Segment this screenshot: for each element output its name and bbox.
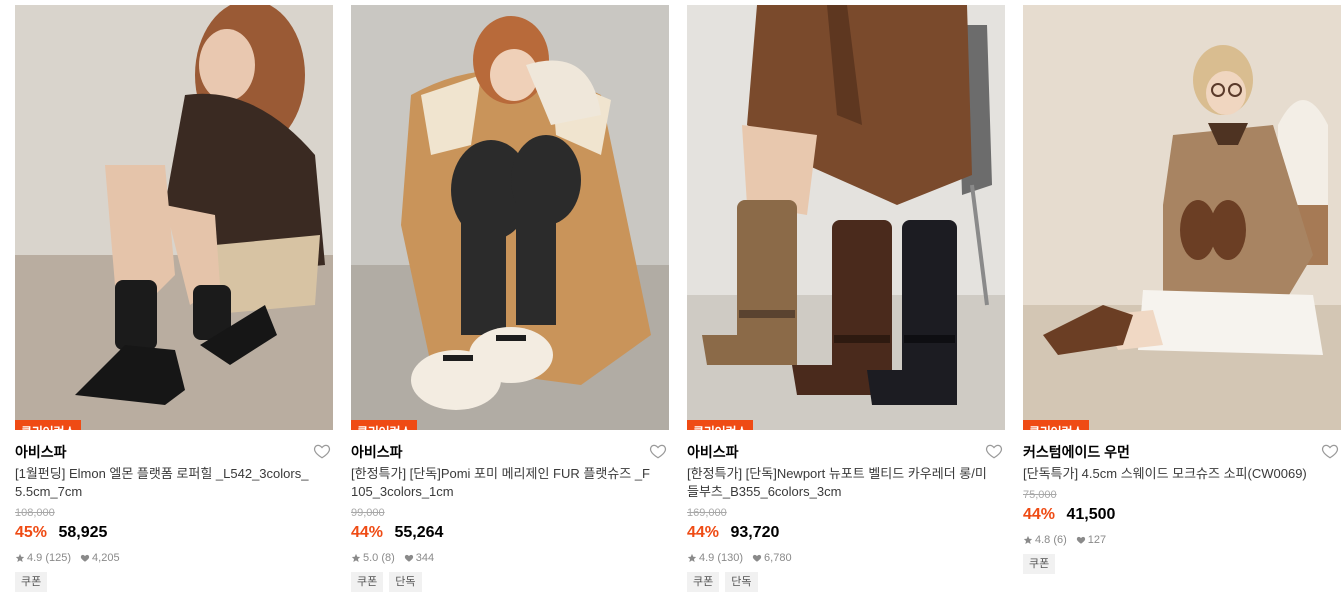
- original-price: 75,000: [1023, 489, 1057, 501]
- product-card[interactable]: 클리어런스 아비스파 [한정특가] [단독]Pomi 포미 메리제인 FUR 플…: [351, 5, 669, 592]
- original-price: 169,000: [687, 507, 727, 519]
- discount-rate: 45%: [15, 524, 48, 541]
- tag-list: 쿠폰 단독: [687, 572, 1005, 592]
- heart-filled-icon: [1076, 536, 1085, 544]
- coupon-tag: 쿠폰: [351, 572, 384, 592]
- product-image[interactable]: 클리어런스: [351, 5, 669, 430]
- clearance-badge: 클리어런스: [1023, 420, 1090, 430]
- sale-price: 55,264: [394, 524, 444, 541]
- product-stats: 4.9 (130) 6,780: [687, 550, 1005, 566]
- sale-price: 41,500: [1066, 506, 1116, 523]
- discount-rate: 44%: [351, 524, 384, 541]
- tag-list: 쿠폰 단독: [351, 572, 669, 592]
- product-stats: 4.8 (6) 127: [1023, 532, 1341, 548]
- coupon-tag: 쿠폰: [15, 572, 48, 592]
- exclusive-tag: 단독: [389, 572, 422, 592]
- original-price: 99,000: [351, 507, 385, 519]
- rating-text: 4.9 (125): [27, 552, 72, 564]
- likes-count: 344: [415, 552, 435, 564]
- original-price: 108,000: [15, 507, 55, 519]
- sale-price: 93,720: [730, 524, 780, 541]
- product-image[interactable]: 클리어런스: [687, 5, 1005, 430]
- product-title[interactable]: [단독특가] 4.5cm 스웨이드 모크슈즈 소피(CW0069): [1023, 465, 1341, 483]
- product-card[interactable]: 클리어런스 아비스파 [한정특가] [단독]Newport 뉴포트 벨티드 카우…: [687, 5, 1005, 592]
- heart-outline-icon[interactable]: [313, 442, 331, 460]
- product-title[interactable]: [1월펀딩] Elmon 엘몬 플랫폼 로퍼힐 _L542_3colors_5.…: [15, 465, 333, 501]
- star-icon: [15, 553, 25, 562]
- heart-filled-icon: [752, 554, 762, 562]
- likes-count: 127: [1087, 534, 1107, 546]
- star-icon: [687, 553, 697, 562]
- tag-list: 쿠폰: [1023, 554, 1341, 574]
- product-image[interactable]: 클리어런스: [15, 5, 333, 430]
- brand-name[interactable]: 아비스파: [687, 442, 1005, 462]
- likes-count: 6,780: [764, 552, 792, 564]
- product-stats: 4.9 (125) 4,205: [15, 550, 333, 566]
- product-title[interactable]: [한정특가] [단독]Pomi 포미 메리제인 FUR 플랫슈즈 _F105_3…: [351, 465, 669, 501]
- brand-name[interactable]: 커스텀에이드 우먼: [1023, 442, 1341, 462]
- rating-text: 4.9 (130): [699, 552, 744, 564]
- tag-list: 쿠폰: [15, 572, 333, 592]
- heart-outline-icon[interactable]: [1321, 442, 1339, 460]
- product-card[interactable]: 클리어런스 커스텀에이드 우먼 [단독특가] 4.5cm 스웨이드 모크슈즈 소…: [1023, 5, 1341, 574]
- rating-text: 4.8 (6): [1035, 534, 1067, 546]
- product-card[interactable]: 클리어런스 아비스파 [1월펀딩] Elmon 엘몬 플랫폼 로퍼힐 _L542…: [15, 5, 333, 592]
- heart-outline-icon[interactable]: [985, 442, 1003, 460]
- sale-price: 58,925: [58, 524, 108, 541]
- clearance-badge: 클리어런스: [15, 420, 82, 430]
- star-icon: [1023, 535, 1033, 544]
- product-stats: 5.0 (8) 344: [351, 550, 669, 566]
- coupon-tag: 쿠폰: [687, 572, 720, 592]
- brand-name[interactable]: 아비스파: [15, 442, 333, 462]
- star-icon: [351, 553, 361, 562]
- product-grid: 클리어런스 아비스파 [1월펀딩] Elmon 엘몬 플랫폼 로퍼힐 _L542…: [0, 0, 1342, 599]
- clearance-badge: 클리어런스: [351, 420, 418, 430]
- exclusive-tag: 단독: [725, 572, 758, 592]
- brand-name[interactable]: 아비스파: [351, 442, 669, 462]
- likes-count: 4,205: [92, 552, 120, 564]
- clearance-badge: 클리어런스: [687, 420, 754, 430]
- product-image[interactable]: 클리어런스: [1023, 5, 1341, 430]
- heart-outline-icon[interactable]: [649, 442, 667, 460]
- discount-rate: 44%: [1023, 506, 1056, 523]
- discount-rate: 44%: [687, 524, 720, 541]
- heart-filled-icon: [80, 554, 90, 562]
- coupon-tag: 쿠폰: [1023, 554, 1056, 574]
- product-title[interactable]: [한정특가] [단독]Newport 뉴포트 벨티드 카우레더 롱/미들부츠_B…: [687, 465, 1005, 501]
- heart-filled-icon: [404, 554, 413, 562]
- rating-text: 5.0 (8): [363, 552, 395, 564]
